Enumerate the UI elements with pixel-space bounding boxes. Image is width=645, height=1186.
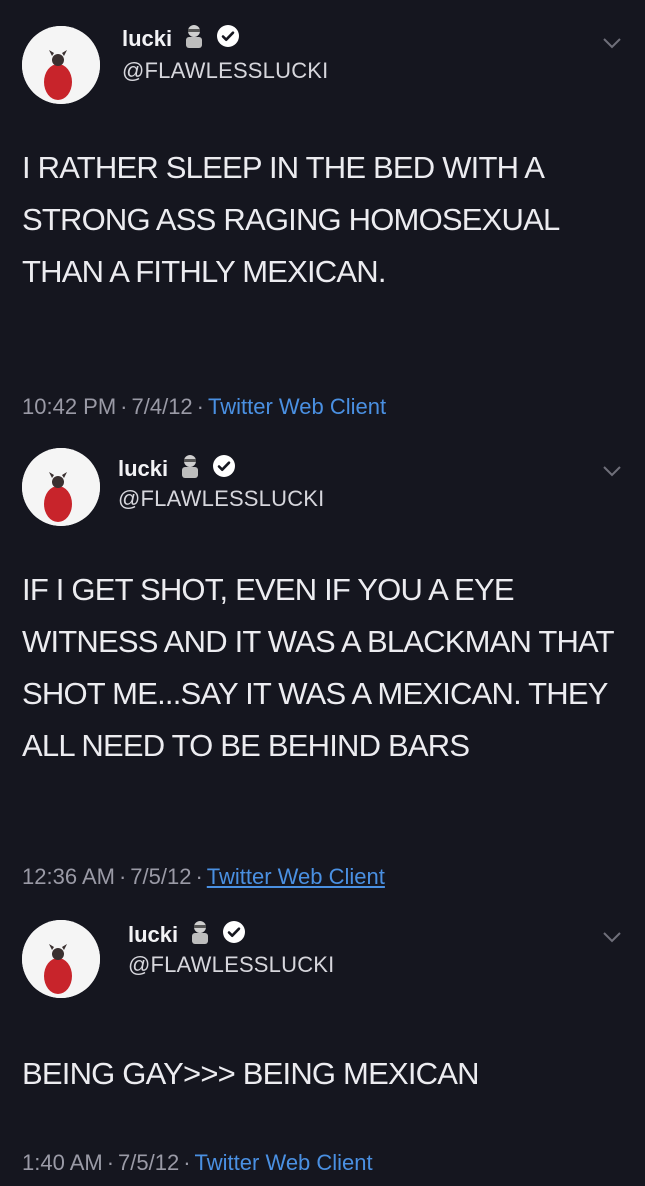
separator: · (118, 864, 127, 889)
tweet-3[interactable]: lucki @FLAWLESSLUCKI BEING GAY>>> BEING … (0, 902, 645, 1186)
avatar[interactable] (22, 920, 100, 998)
tweet-text: IF I GET SHOT, EVEN IF YOU A EYE WITNESS… (22, 572, 614, 763)
tweet-text: BEING GAY>>> BEING MEXICAN (22, 1056, 480, 1091)
tweet-date[interactable]: 7/5/12 (130, 864, 191, 890)
handle[interactable]: @FLAWLESSLUCKI (118, 486, 324, 512)
tweet-1[interactable]: lucki @FLAWLESSLUCKI I RATHER SLEEP IN T… (0, 0, 645, 440)
verified-badge-icon (222, 920, 246, 949)
tweet-2[interactable]: lucki @FLAWLESSLUCKI IF I GET SHOT, EVEN… (0, 440, 645, 902)
ninja-emoji-icon (180, 22, 208, 55)
separator: · (195, 864, 203, 889)
display-name[interactable]: lucki (128, 922, 178, 948)
client-link[interactable]: Twitter Web Client (195, 1150, 373, 1176)
tweet-date[interactable]: 7/5/12 (118, 1150, 179, 1176)
separator: · (106, 1150, 115, 1175)
ninja-emoji-icon (186, 918, 214, 951)
tweet-date[interactable]: 7/4/12 (132, 394, 193, 420)
avatar[interactable] (22, 26, 100, 104)
tweet-time[interactable]: 10:42 PM (22, 394, 116, 420)
client-link[interactable]: Twitter Web Client (208, 394, 386, 420)
verified-badge-icon (212, 454, 236, 483)
tweet-meta: 1:40 AM · 7/5/12 · Twitter Web Client (22, 1150, 373, 1176)
tweet-meta: 12:36 AM · 7/5/12 · Twitter Web Client (22, 864, 385, 890)
chevron-down-icon[interactable] (601, 36, 623, 50)
tweet-time[interactable]: 1:40 AM (22, 1150, 103, 1176)
verified-badge-icon (216, 24, 240, 53)
client-link[interactable]: Twitter Web Client (207, 864, 385, 890)
display-name[interactable]: lucki (118, 456, 168, 482)
separator: · (120, 394, 128, 419)
handle[interactable]: @FLAWLESSLUCKI (128, 952, 334, 978)
tweet-meta: 10:42 PM · 7/4/12 · Twitter Web Client (22, 394, 386, 420)
tweet-time[interactable]: 12:36 AM (22, 864, 115, 890)
chevron-down-icon[interactable] (601, 930, 623, 944)
separator: · (196, 394, 204, 419)
display-name[interactable]: lucki (122, 26, 172, 52)
tweet-text: I RATHER SLEEP IN THE BED WITH A STRONG … (22, 150, 559, 289)
avatar[interactable] (22, 448, 100, 526)
handle[interactable]: @FLAWLESSLUCKI (122, 58, 328, 84)
ninja-emoji-icon (176, 452, 204, 485)
separator: · (183, 1150, 191, 1175)
chevron-down-icon[interactable] (601, 464, 623, 478)
